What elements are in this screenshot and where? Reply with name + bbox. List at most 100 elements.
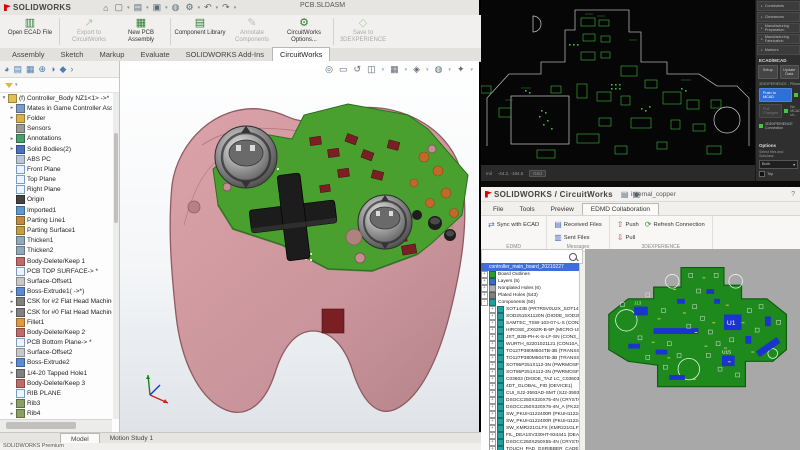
sidebar-section[interactable]: ▸ Constraints <box>757 1 800 11</box>
commandmanager-tab[interactable]: SOLIDWORKS Add-Ins <box>178 47 272 61</box>
circuitworks-tree-item[interactable]: + SW_PKUH1122400R (PKUH1122400R_1_5 <box>481 411 579 418</box>
setup-button[interactable]: Setup <box>758 65 778 79</box>
controller-3d-model[interactable] <box>132 75 477 427</box>
circuitworks-tree-item[interactable]: + SAMTEC_TSW-103-07-L-S (CON3_SAMTE <box>481 320 579 327</box>
tree-item[interactable]: ▸ 1/4-20 Tapped Hole1 <box>0 368 112 378</box>
circuitworks-tree-item[interactable]: + SW_PKUH1122400R (PKUH1122400R_0_5 <box>481 418 579 425</box>
push-to-mcad-button[interactable]: Push to MCAD <box>759 88 792 102</box>
expander-icon[interactable]: + <box>489 439 496 446</box>
tree-item[interactable]: Surface-Offset1 <box>0 276 112 286</box>
dropdown-caret-icon[interactable]: ▾ <box>165 5 168 11</box>
expand-arrow-icon[interactable]: ▸ <box>8 411 16 417</box>
tree-item[interactable]: Imported1 <box>0 205 112 215</box>
tree-item[interactable]: ▸ Rib3 <box>0 399 112 409</box>
help-icon[interactable]: ? <box>791 191 795 198</box>
save-icon[interactable]: ▣ <box>151 2 164 13</box>
pcb-layout-canvas[interactable] <box>480 0 755 165</box>
dropdown-caret-icon[interactable]: ▾ <box>382 67 385 73</box>
tree-item[interactable]: RIB PLANE <box>0 388 112 399</box>
configurationmanager-tab-icon[interactable]: ⊕ <box>38 64 46 75</box>
tree-item[interactable]: Sensors <box>0 124 112 134</box>
tree-item[interactable]: Body-Delete/Keep 3 <box>0 378 112 388</box>
commandmanager-tab[interactable]: Sketch <box>53 47 92 61</box>
new-document-icon[interactable]: ▢ <box>113 2 126 13</box>
expander-icon[interactable]: + <box>489 404 496 411</box>
circuitworks-tree-item[interactable]: + DSOCC250X250X55-4N (CRYSTAL14-SW <box>481 439 579 446</box>
expander-icon[interactable]: + <box>489 362 496 369</box>
circuitworks-tree-item[interactable]: + SOT143B (PRTR5V0U2X_SOT143B_PRTR <box>481 306 579 313</box>
expander-icon[interactable]: - <box>481 299 488 306</box>
expander-icon[interactable]: + <box>489 432 496 439</box>
panel-overflow-icon[interactable]: › <box>70 64 73 74</box>
tree-item[interactable]: Right Plane <box>0 185 112 195</box>
zoom-fit-icon[interactable]: ◎ <box>325 64 333 75</box>
sidebar-section[interactable]: ▸ Manufacturing Preparation <box>757 23 800 33</box>
sidebar-section[interactable]: ▸ Markers <box>757 45 800 55</box>
tree-item[interactable]: Thicken2 <box>0 246 112 256</box>
tree-item[interactable]: Surface-Offset2 <box>0 348 112 358</box>
tree-item[interactable]: PCB TOP SURFACE-> * <box>0 266 112 276</box>
pull-changes-button[interactable]: Pull Changes <box>759 104 783 118</box>
menu-item[interactable]: Preview <box>543 204 582 215</box>
circuitworks-tree-item[interactable]: + FIL_DEA1SV330HT-934441 (DEA1G2295LT <box>481 432 579 439</box>
tree-search-box[interactable] <box>481 249 583 264</box>
expander-icon[interactable]: + <box>489 327 496 334</box>
menu-item[interactable]: Tools <box>511 204 542 215</box>
commandmanager-tab[interactable]: Evaluate <box>132 47 177 61</box>
expander-icon[interactable]: + <box>481 278 488 285</box>
expander-icon[interactable]: + <box>489 383 496 390</box>
circuitworks-tree-item[interactable]: + Plated Holes (543) <box>481 292 579 299</box>
undo-icon[interactable]: ↶ <box>202 2 214 13</box>
hide-show-items-icon[interactable]: ◍ <box>435 64 443 75</box>
expand-arrow-icon[interactable]: ▸ <box>8 309 16 315</box>
expand-arrow-icon[interactable]: ▸ <box>8 136 16 142</box>
command-button[interactable]: ▤ Component Library <box>174 15 226 48</box>
expander-icon[interactable]: + <box>489 320 496 327</box>
expander-icon[interactable]: + <box>489 334 496 341</box>
dropdown-caret-icon[interactable]: ▾ <box>198 5 201 11</box>
expand-arrow-icon[interactable]: ▸ <box>8 401 16 407</box>
expander-icon[interactable]: + <box>489 306 496 313</box>
expander-icon[interactable]: + <box>489 355 496 362</box>
tree-horizontal-scrollbar[interactable] <box>0 419 112 432</box>
displaymanager-tab-icon[interactable]: ◑ <box>50 64 55 74</box>
command-button[interactable]: ▦ New PCB Assembly <box>115 15 167 48</box>
dropdown-caret-icon[interactable]: ▾ <box>426 67 429 73</box>
circuitworks-tree-item[interactable]: + 4DT_GLOBAL_FID (DEVICE1) <box>481 383 579 390</box>
tree-item[interactable]: ▸ CSK for #2 Flat Head Machine Sc <box>0 297 112 307</box>
tree-item[interactable]: Body-Delete/Keep 1 <box>0 256 112 266</box>
checkbox-icon[interactable] <box>759 171 765 177</box>
circuitworks-tree-item[interactable]: + TO127P380M504TB-3B (TRANSISTOR_C <box>481 355 579 362</box>
tree-item[interactable]: Front Plane <box>0 164 112 174</box>
circuitworks-tree-item[interactable]: + SOT95P251X112-3N (PWRMOSFET_EN_C <box>481 362 579 369</box>
update-data-button[interactable]: Update Data <box>779 65 799 79</box>
circuitworks-tree-item[interactable]: + CUI_SJ2-3593AD-SMT (SJ2-3593AD-SMT_ <box>481 390 579 397</box>
tree-item[interactable]: ▸ Boss-Extrude2 <box>0 358 112 368</box>
dropdown-caret-icon[interactable]: ▾ <box>146 5 149 11</box>
commandmanager-tab[interactable]: Markup <box>91 47 132 61</box>
sidebar-section[interactable]: ▸ Manufacturing Fabrication <box>757 34 800 44</box>
expander-icon[interactable]: + <box>489 369 496 376</box>
tree-item[interactable]: ▸ Boss-Extrude1( ->*) <box>0 287 112 297</box>
command-button[interactable]: ✎ Annotate Components <box>226 15 278 48</box>
graphics-viewport[interactable]: ◎ ▾ ▭ ▾ ↺ ▾ ◫ ▾ ▦ ▾ ◈ ▾ ◍ <box>120 61 479 432</box>
redo-icon[interactable]: ↷ <box>220 2 232 13</box>
circuitworks-tree-tab-icon[interactable]: ◕ <box>4 64 9 74</box>
circuitworks-tree-item[interactable]: + SOD2515X1120N (DIODE_SOD2515X120N <box>481 313 579 320</box>
tree-item[interactable]: Parting Surface1 <box>0 225 112 236</box>
push-button[interactable]: ⇧ Push <box>614 218 642 231</box>
expand-arrow-icon[interactable]: ▸ <box>8 289 16 295</box>
expander-icon[interactable]: + <box>481 285 488 292</box>
circuitworks-tree-item[interactable]: - Components (50) <box>481 299 579 306</box>
expander-icon[interactable]: + <box>481 271 488 278</box>
sent-files-button[interactable]: ▥ Sent Files <box>551 231 605 244</box>
lifecycle-icon[interactable]: ◍ <box>170 2 182 13</box>
view-orientation-icon[interactable]: ◈ <box>413 64 420 75</box>
tree-item[interactable]: Body-Delete/Keep 2 <box>0 327 112 337</box>
menu-item[interactable]: EDMD Collaboration <box>581 203 660 215</box>
open-document-icon[interactable]: ▤ <box>132 2 145 13</box>
open-icon[interactable]: ▤ <box>621 190 629 199</box>
expander-icon[interactable]: + <box>489 397 496 404</box>
tree-item[interactable]: Top Plane <box>0 175 112 185</box>
expand-arrow-icon[interactable]: ▸ <box>8 360 16 366</box>
